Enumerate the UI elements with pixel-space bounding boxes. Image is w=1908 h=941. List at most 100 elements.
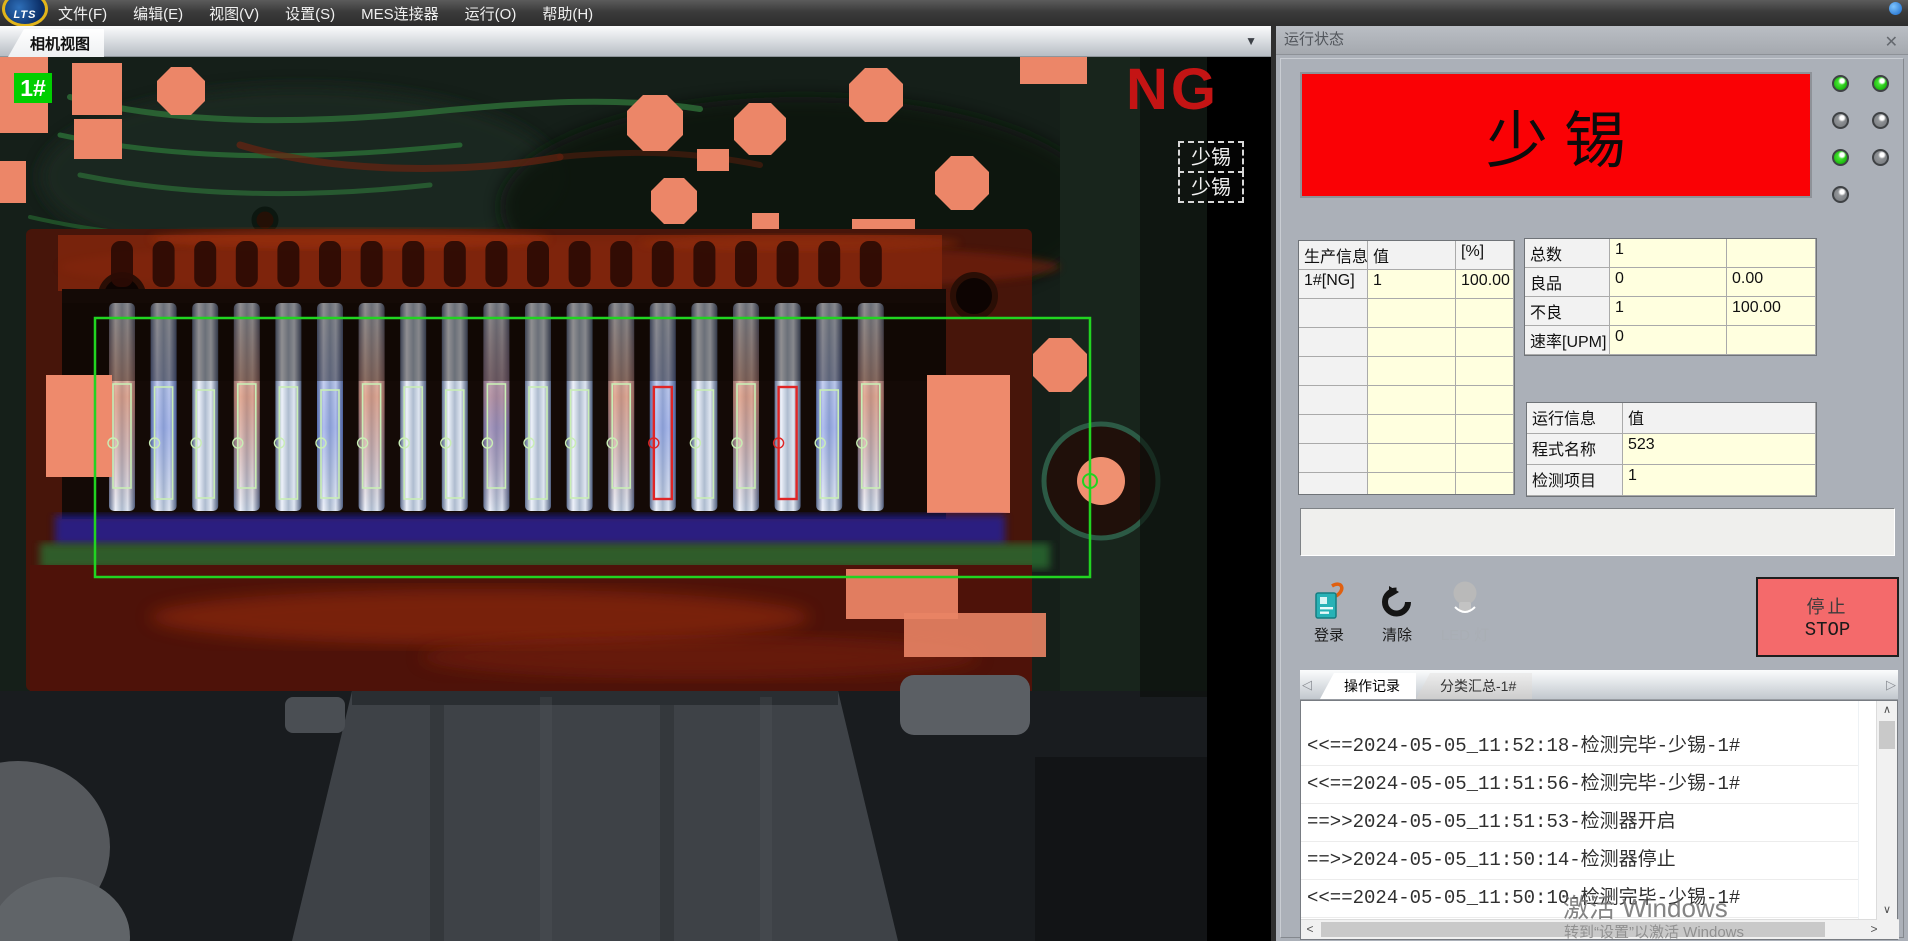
menu-item[interactable]: 文件(F) (58, 3, 107, 24)
menu-item[interactable]: MES连接器 (361, 3, 439, 24)
close-icon[interactable]: ✕ (1885, 29, 1898, 57)
led-light-button[interactable]: LED 灯 (1434, 579, 1496, 657)
log-vertical-scrollbar[interactable]: ∧ ∨ (1876, 701, 1897, 919)
table-header-cell: 值 (1623, 403, 1816, 434)
table-cell: 检测项目 (1527, 465, 1623, 496)
table-cell (1299, 328, 1368, 357)
id-badge-icon (1310, 580, 1348, 620)
clear-button[interactable]: 清除 (1366, 582, 1428, 660)
chevron-down-icon[interactable]: ▼ (1245, 34, 1257, 48)
inspection-result-label: NG (1126, 61, 1219, 119)
status-light-off (1832, 186, 1849, 203)
status-banner-text: 少锡 (1470, 90, 1642, 180)
table-cell (1368, 386, 1456, 415)
log-tabbar: ◁ 操作记录分类汇总-1# ▷ (1300, 670, 1898, 700)
log-tab-active[interactable]: 操作记录 (1320, 673, 1416, 699)
status-light-on (1832, 75, 1849, 92)
defect-label: 少锡 (1178, 171, 1244, 203)
notification-icon (1889, 2, 1902, 15)
table-cell (1299, 299, 1368, 328)
scrollbar-corner (1877, 919, 1897, 939)
fpc-cable (292, 691, 898, 941)
status-banner: 少锡 (1300, 72, 1812, 198)
status-lights (1832, 75, 1892, 205)
table-header-cell: 值 (1368, 241, 1456, 270)
pcb-inspection-image (0, 57, 1271, 941)
camera-viewport[interactable]: 1# NG 少锡 少锡 (0, 57, 1271, 941)
login-button-label: 登录 (1314, 624, 1344, 645)
table-cell (1727, 326, 1816, 355)
login-button[interactable]: 登录 (1298, 580, 1360, 658)
vscroll-thumb[interactable] (1879, 721, 1895, 749)
log-entry: ==>>2024-05-05_11:50:14-检测器停止 (1301, 842, 1858, 880)
table-cell: 0 (1610, 268, 1727, 297)
table-cell: 523 (1623, 434, 1816, 465)
table-cell: 1#[NG] (1299, 270, 1368, 299)
camera-tabbar: 相机视图 ▼ (0, 26, 1271, 57)
table-cell (1368, 473, 1456, 495)
table-cell (1368, 357, 1456, 386)
app-logo-icon: LTS (2, 0, 48, 27)
menu-item[interactable]: 运行(O) (465, 3, 517, 24)
log-entry: <<==2024-05-05_11:51:56-检测完毕-少锡-1# (1301, 766, 1858, 804)
table-cell: 程式名称 (1527, 434, 1623, 465)
app-window: LTS 文件(F) 编辑(E) 视图(V) 设置(S) MES连接器 运行(O) 帮助(H)… (0, 0, 1908, 941)
stop-button-label-cn: 停止 (1807, 593, 1849, 619)
table-cell (1368, 299, 1456, 328)
menubar-items: 文件(F) 编辑(E) 视图(V) 设置(S) MES连接器 运行(O) 帮助(H) (58, 3, 593, 24)
table-cell (1299, 444, 1368, 473)
scroll-up-icon[interactable]: ∧ (1877, 701, 1897, 719)
table-cell: 不良 (1525, 297, 1610, 326)
table-header-cell: 运行信息 (1527, 403, 1623, 434)
table-cell (1299, 415, 1368, 444)
table-cell: 0.00 (1727, 268, 1816, 297)
message-box (1300, 508, 1895, 556)
table-cell (1299, 386, 1368, 415)
panel-body: 少锡 生产信息值[%]1#[NG]1100.00 总数1良品00.00不良110… (1276, 55, 1908, 941)
camera-panel: 相机视图 ▼ (0, 26, 1271, 941)
table-cell: 100.00 (1727, 297, 1816, 326)
defect-label-stack: 少锡 少锡 (1178, 143, 1244, 203)
defect-label: 少锡 (1178, 141, 1244, 173)
windows-activation-watermark-sub: 转到“设置”以激活 Windows (1564, 921, 1744, 941)
log-tab-inactive[interactable]: 分类汇总-1# (1416, 673, 1532, 699)
led-button-label: LED 灯 (1441, 624, 1489, 645)
stop-button[interactable]: 停止 STOP (1756, 577, 1899, 657)
stop-button-label-en: STOP (1805, 619, 1851, 641)
table-cell (1368, 444, 1456, 473)
log-list: <<==2024-05-05_11:52:18-检测完毕-少锡-1#<<==20… (1301, 701, 1859, 919)
menu-item[interactable]: 编辑(E) (133, 3, 183, 24)
table-cell (1456, 473, 1514, 495)
table-cell (1299, 357, 1368, 386)
table-cell (1456, 386, 1514, 415)
production-table: 生产信息值[%]1#[NG]1100.00 (1298, 240, 1515, 495)
run-status-panel: 运行状态 ✕ 少锡 生产信息值[%]1#[NG]1100.00 总数1良品00.… (1276, 26, 1908, 941)
table-cell (1456, 415, 1514, 444)
log-tabs: 操作记录分类汇总-1# (1320, 673, 1532, 699)
table-cell: 总数 (1525, 239, 1610, 268)
table-header-cell: [%] (1456, 241, 1514, 270)
table-cell (1299, 473, 1368, 495)
table-cell (1368, 328, 1456, 357)
scroll-left-icon[interactable]: < (1301, 920, 1319, 939)
menu-item[interactable]: 设置(S) (285, 3, 335, 24)
table-cell: 100.00 (1456, 270, 1514, 299)
status-light-on (1872, 75, 1889, 92)
tab-scroll-left-icon[interactable]: ◁ (1302, 677, 1312, 693)
scroll-down-icon[interactable]: ∨ (1877, 901, 1897, 919)
panel-titlebar: 运行状态 ✕ (1276, 26, 1908, 55)
tab-camera-view[interactable]: 相机视图 (8, 29, 104, 57)
table-header-cell: 生产信息 (1299, 241, 1368, 270)
log-entry: ==>>2024-05-05_11:51:53-检测器开启 (1301, 804, 1858, 842)
led-bulb-icon (1448, 579, 1482, 620)
menu-item[interactable]: 帮助(H) (542, 3, 593, 24)
status-light-off (1872, 149, 1889, 166)
menubar: LTS 文件(F) 编辑(E) 视图(V) 设置(S) MES连接器 运行(O) 帮助(H) (0, 0, 1908, 26)
table-cell: 0 (1610, 326, 1727, 355)
table-cell: 1 (1610, 239, 1727, 268)
windows-activation-watermark: 激活 Windows (1563, 888, 1728, 925)
status-light-off (1832, 112, 1849, 129)
menu-item[interactable]: 视图(V) (209, 3, 259, 24)
table-cell (1727, 239, 1816, 268)
tab-scroll-right-icon[interactable]: ▷ (1886, 677, 1896, 693)
